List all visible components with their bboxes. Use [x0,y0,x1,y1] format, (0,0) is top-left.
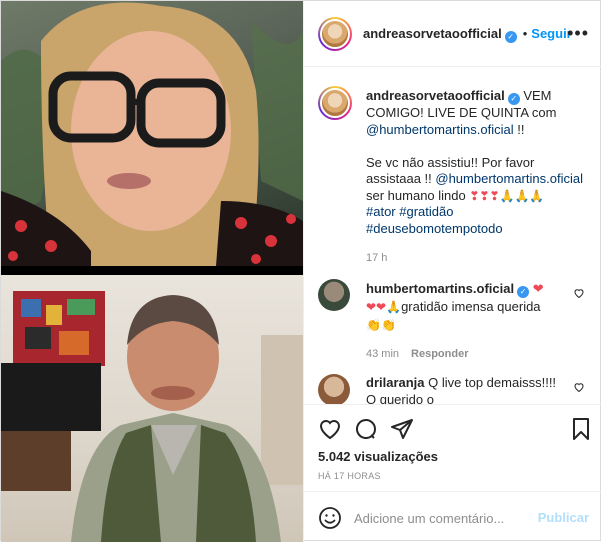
comment-input[interactable] [354,506,534,530]
caption-text-end: !! [513,121,525,137]
caption-avatar-image [320,88,350,118]
comment-emojis: ❤❤🙏 [366,300,402,314]
comment-avatar[interactable] [318,374,350,404]
hashtag-deusebom[interactable]: #deusebomotempotodo [366,221,503,236]
like-heart-icon[interactable] [318,417,342,441]
instagram-post: andreasorvetaoofficial ✓ • Seguir ••• andre… [0,0,601,542]
view-count[interactable]: 5.042 visualizações [318,449,438,464]
video-panel-host [1,1,303,266]
comment-username[interactable]: drilaranja [366,375,425,390]
caption-time[interactable]: 17 h [366,252,387,264]
caption-avatar[interactable] [318,86,352,120]
comment-time[interactable]: 43 min [366,348,399,360]
author-username[interactable]: andreasorvetaoofficial [363,26,502,41]
comments-section: andreasorvetaoofficial ✓ VEM COMIGO! LIVE… [304,68,601,404]
caption: andreasorvetaoofficial ✓ VEM COMIGO! LIVE… [366,88,592,267]
host-video-frame [1,2,303,266]
save-bookmark-icon[interactable] [569,417,593,441]
post-actions: 5.042 visualizações HÁ 17 HORAS Publicar [304,404,601,542]
comment-avatar[interactable] [318,279,350,311]
header-author-line: andreasorvetaoofficial ✓ • Seguir [363,26,572,43]
verified-badge-icon: ✓ [504,31,517,43]
video-panel-guest [1,275,303,542]
publish-button[interactable]: Publicar [538,510,589,525]
like-comment-heart-icon[interactable] [573,287,585,299]
share-paper-plane-icon[interactable] [390,417,414,441]
comment-trailing-emojis: 👏👏 [366,318,396,332]
caption-mention-2[interactable]: @humbertomartins.oficial [435,171,583,186]
caption-username[interactable]: andreasorvetaoofficial [366,88,505,103]
caption-mention[interactable]: @humbertomartins.oficial [366,122,514,137]
comment-item: humbertomartins.oficial ✓ ❤ ❤❤🙏gratidão i… [366,280,566,363]
author-avatar[interactable] [318,17,352,51]
guest-video-frame [1,291,303,542]
caption-emojis: ❣❣❣🙏🙏🙏 [469,188,545,203]
comment-item: drilaranja Q live top demaisss!!!! O que… [366,374,566,404]
author-avatar-image [320,19,350,49]
verified-badge-icon: ✓ [507,93,520,105]
hashtag-ator[interactable]: #ator [366,204,396,219]
comment-heart-emoji: ❤ [532,281,544,296]
verified-badge-icon: ✓ [517,286,530,298]
post-details: andreasorvetaoofficial ✓ • Seguir ••• andre… [303,1,601,542]
like-comment-heart-icon[interactable] [573,381,585,393]
comment-form: Publicar [304,491,601,543]
separator-dot: • [522,26,528,41]
comment-bubble-icon[interactable] [354,417,378,441]
emoji-smiley-icon[interactable] [318,506,342,530]
post-header: andreasorvetaoofficial ✓ • Seguir ••• [304,1,601,67]
post-timestamp[interactable]: HÁ 17 HORAS [318,471,381,481]
follow-button[interactable]: Seguir [531,26,571,41]
reply-button[interactable]: Responder [411,348,468,360]
hashtag-gratidao[interactable]: #gratidão [399,204,453,219]
caption-text-3: ser humano lindo [366,187,470,203]
live-video[interactable] [1,1,303,542]
comment-username[interactable]: humbertomartins.oficial [366,281,514,296]
comment-text: gratidão imensa querida [401,299,541,314]
more-options-icon[interactable]: ••• [567,24,589,42]
